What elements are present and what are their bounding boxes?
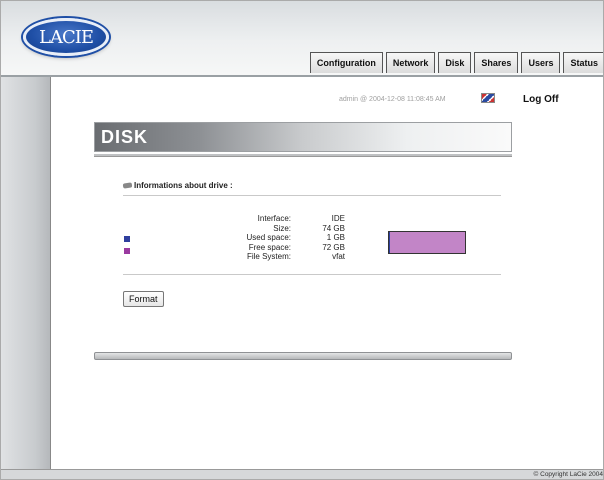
logo-text: LACIE bbox=[39, 26, 94, 48]
drive-info-values: IDE 74 GB 1 GB 72 GB vfat bbox=[303, 214, 345, 262]
session-status: admin @ 2004-12-08 11:08:45 AM bbox=[339, 96, 446, 103]
section-divider-bottom bbox=[123, 274, 501, 275]
title-divider bbox=[94, 154, 512, 157]
free-space-legend-swatch bbox=[124, 248, 130, 254]
value-file-system: vfat bbox=[332, 252, 345, 261]
lacie-logo[interactable]: LACIE bbox=[23, 18, 109, 56]
footer: © Copyright LaCie 2004 bbox=[1, 469, 603, 479]
logoff-link[interactable]: Log Off bbox=[523, 94, 559, 105]
label-file-system: File System: bbox=[246, 252, 291, 261]
tab-status[interactable]: Status bbox=[563, 52, 603, 73]
value-interface: IDE bbox=[331, 214, 345, 223]
disk-usage-used-fill bbox=[389, 232, 391, 253]
page-title: DISK bbox=[101, 127, 149, 147]
disk-usage-bar bbox=[388, 231, 466, 254]
value-size: 74 GB bbox=[322, 223, 345, 233]
value-used-space: 1 GB bbox=[326, 233, 345, 242]
tab-disk[interactable]: Disk bbox=[438, 52, 472, 73]
copyright-text: © Copyright LaCie 2004 bbox=[533, 471, 603, 478]
content-bottom-bar bbox=[94, 352, 512, 360]
label-size: Size: bbox=[273, 223, 291, 233]
app-window: LACIE Configuration Network Disk Shares … bbox=[0, 0, 604, 480]
label-free-space: Free space: bbox=[248, 242, 291, 252]
language-flag-icon[interactable] bbox=[481, 93, 495, 103]
drive-info-heading-text: Informations about drive : bbox=[134, 181, 233, 190]
nav-tabs: Configuration Network Disk Shares Users … bbox=[309, 52, 603, 73]
section-divider-top bbox=[123, 195, 501, 196]
tab-users[interactable]: Users bbox=[521, 52, 561, 73]
drive-info-heading: Informations about drive : bbox=[122, 181, 233, 190]
format-button[interactable]: Format bbox=[123, 291, 164, 307]
tab-configuration[interactable]: Configuration bbox=[309, 52, 383, 73]
drive-info-labels: Interface: Size: Used space: Free space:… bbox=[183, 214, 291, 262]
value-free-space: 72 GB bbox=[322, 242, 345, 252]
left-rail bbox=[1, 77, 51, 469]
header: LACIE Configuration Network Disk Shares … bbox=[1, 1, 603, 77]
hard-drive-icon bbox=[122, 182, 133, 189]
tab-network[interactable]: Network bbox=[385, 52, 436, 73]
label-used-space: Used space: bbox=[246, 233, 291, 242]
tab-shares[interactable]: Shares bbox=[474, 52, 519, 73]
page-title-bar: DISK bbox=[94, 122, 512, 152]
label-interface: Interface: bbox=[257, 214, 291, 223]
used-space-legend-swatch bbox=[124, 236, 130, 242]
